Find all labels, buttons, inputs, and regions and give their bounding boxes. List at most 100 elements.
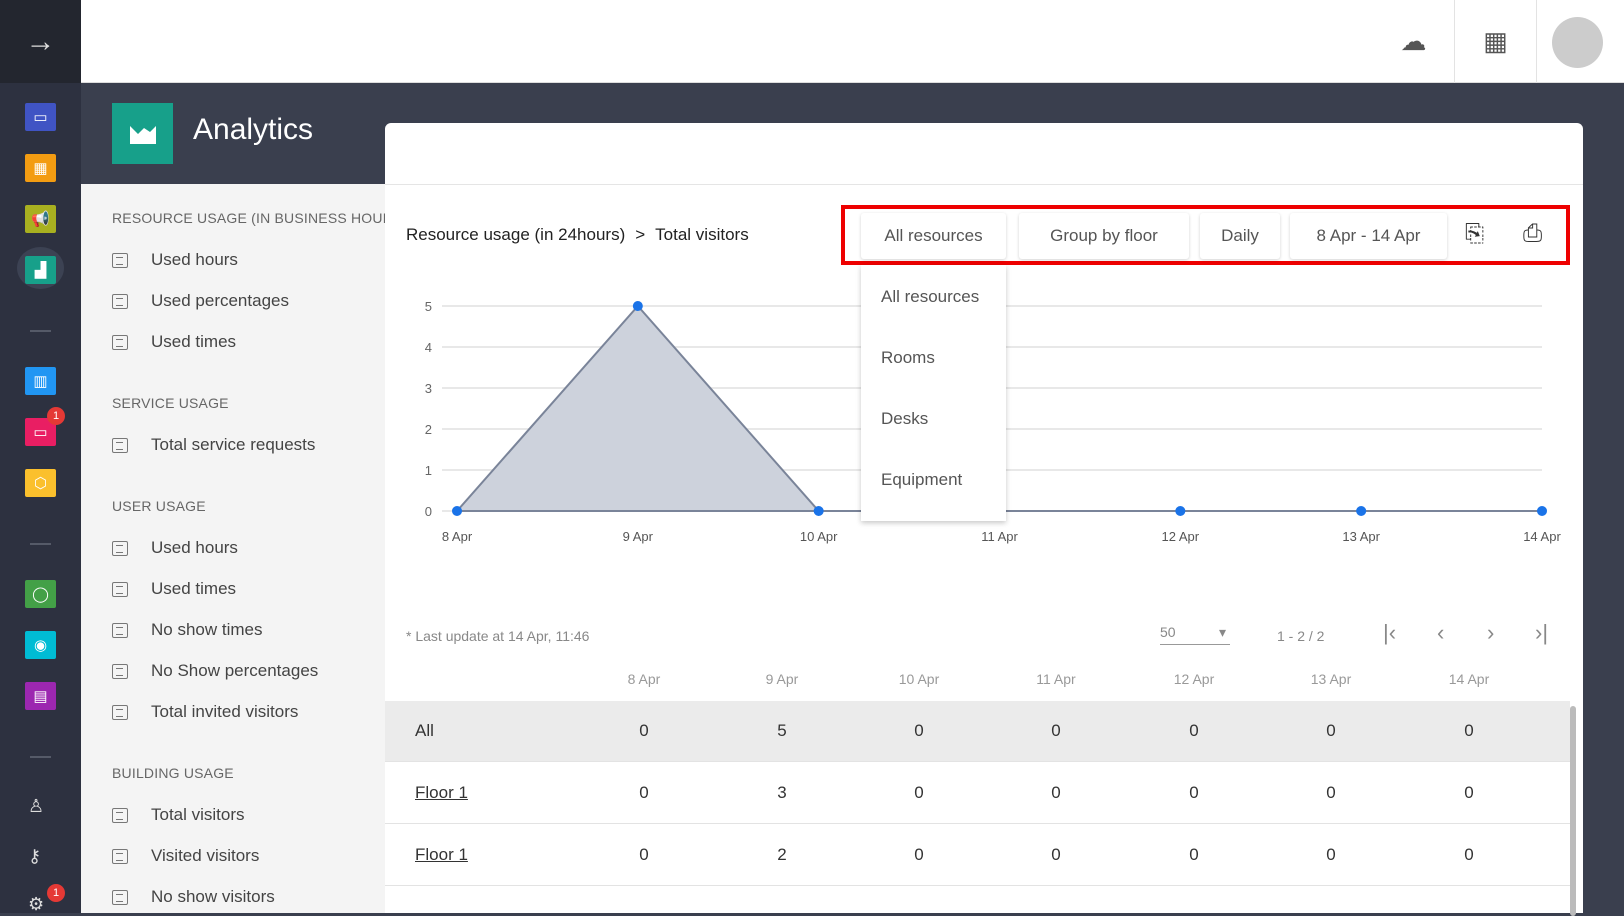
dropdown-option[interactable]: Equipment [881,470,962,490]
report-link[interactable]: Used hours [112,250,238,270]
section-heading: RESOURCE USAGE (IN BUSINESS HOURS) [112,210,385,226]
resource-dropdown-menu: All resources Rooms Desks Equipment [861,265,1006,521]
dropdown-option[interactable]: All resources [881,287,979,307]
table-cell: 0 [914,783,924,802]
report-link-label: Used percentages [151,291,289,310]
table-cell: 0 [639,721,649,740]
y-tick-label: 0 [425,504,432,519]
signal-app-icon[interactable]: ◉ [25,631,56,659]
data-point [1537,506,1547,516]
report-link-label: Total visitors [151,805,245,824]
report-link[interactable]: Used times [112,579,236,599]
display-app-icon[interactable]: ▭ [25,103,56,131]
breadcrumb-separator: > [635,225,646,244]
report-link[interactable]: Total service requests [112,435,315,455]
table-cell: 0 [1326,721,1336,740]
report-link[interactable]: Used percentages [112,291,289,311]
next-page-icon[interactable]: › [1487,620,1494,646]
notification-badge: 1 [47,407,65,425]
report-link[interactable]: No show visitors [112,887,275,907]
dropdown-option[interactable]: Desks [881,409,928,429]
table-cell: 0 [1326,783,1336,802]
report-link-label: No Show percentages [151,661,319,680]
report-link[interactable]: Total invited visitors [112,702,298,722]
table-cell: 0 [914,845,924,864]
report-icon [112,334,128,350]
y-tick-label: 4 [425,340,432,355]
avatar[interactable] [1552,17,1603,68]
table-cell: 0 [914,721,924,740]
key-icon[interactable]: ⚷ [28,846,41,867]
section-heading: SERVICE USAGE [112,395,229,411]
expand-arrow-icon[interactable]: → [0,0,81,83]
report-link[interactable]: Used hours [112,538,238,558]
report-link[interactable]: No show times [112,620,262,640]
calendar-app-icon[interactable]: ▦ [25,154,56,182]
y-tick-label: 5 [425,299,432,314]
report-link-label: No show visitors [151,887,275,906]
box-app-icon[interactable]: ⬡ [25,469,56,497]
table-row: All 0 5 0 0 0 0 0 [385,701,1570,762]
x-tick-label: 10 Apr [800,529,838,544]
table-cell: 0 [639,845,649,864]
period-dropdown[interactable]: Daily [1200,213,1280,259]
nav-rail: → ▭ ▦ 📢 ▟ ▥ ▭ 1 ⬡ ◯ ◉ ▤ ♙ ⚷ ⚙ 1 [0,0,81,915]
analytics-app-icon[interactable]: ▟ [25,256,56,284]
row-label[interactable]: Floor 1 [415,845,468,865]
gear-icon[interactable]: ⚙ [28,894,44,915]
table-cell: 0 [1189,845,1199,864]
table-cell: 0 [1189,783,1199,802]
building-app-icon[interactable]: ▥ [25,367,56,395]
report-icon [112,252,128,268]
breadcrumb: Resource usage (in 24hours) > Total visito… [406,225,749,245]
x-tick-label: 8 Apr [442,529,473,544]
dropdown-option[interactable]: Rooms [881,348,935,368]
report-link[interactable]: Used times [112,332,236,352]
report-icon [112,848,128,864]
date-range-picker[interactable]: 8 Apr - 14 Apr [1290,213,1447,259]
scrollbar[interactable] [1570,706,1576,916]
divider [30,543,51,545]
report-link[interactable]: No Show percentages [112,661,318,681]
first-page-icon[interactable]: |‹ [1383,620,1396,646]
report-link-label: Used times [151,332,237,351]
export-file-icon[interactable]: ⎘ [1465,220,1484,248]
cloud-upload-icon[interactable]: ☁ [1373,0,1455,83]
chat-app-icon[interactable]: ◯ [25,580,56,608]
column-header: 9 Apr [765,671,799,687]
prev-page-icon[interactable]: ‹ [1437,620,1444,646]
group-by-dropdown[interactable]: Group by floor [1019,213,1189,259]
table-cell: 0 [1464,783,1474,802]
row-label[interactable]: Floor 1 [415,783,468,803]
breadcrumb-current: Total visitors [655,225,749,244]
x-tick-label: 11 Apr [981,529,1018,544]
report-link[interactable]: Visited visitors [112,846,259,866]
breadcrumb-parent[interactable]: Resource usage (in 24hours) [406,225,625,244]
divider [30,756,51,758]
report-link-label: Used hours [151,250,238,269]
report-icon [112,704,128,720]
page-size-select[interactable]: 50 ▾ [1160,624,1230,645]
report-link[interactable]: Total visitors [112,805,245,825]
qr-code-icon[interactable]: ▦ [1455,0,1537,83]
report-icon [112,581,128,597]
user-icon[interactable]: ♙ [28,796,44,817]
table-cell: 2 [777,845,787,864]
column-header: 11 Apr [1036,671,1076,687]
column-header: 8 Apr [627,671,661,687]
top-bar: ☁ ▦ [81,0,1624,83]
table-cell: 0 [1326,845,1336,864]
chevron-down-icon: ▾ [1218,624,1226,640]
page-size-value: 50 [1160,624,1176,640]
resource-filter-dropdown[interactable]: All resources [861,213,1006,259]
print-icon[interactable]: ⎙ [1523,220,1542,248]
id-card-app-icon[interactable]: ▤ [25,682,56,710]
megaphone-app-icon[interactable]: 📢 [25,205,56,233]
column-header: 12 Apr [1173,671,1215,687]
report-icon [112,293,128,309]
report-icon [112,540,128,556]
section-heading: BUILDING USAGE [112,765,234,781]
last-page-icon[interactable]: ›| [1535,620,1548,646]
table-cell: 0 [1051,783,1061,802]
report-link-label: Used times [151,579,237,598]
